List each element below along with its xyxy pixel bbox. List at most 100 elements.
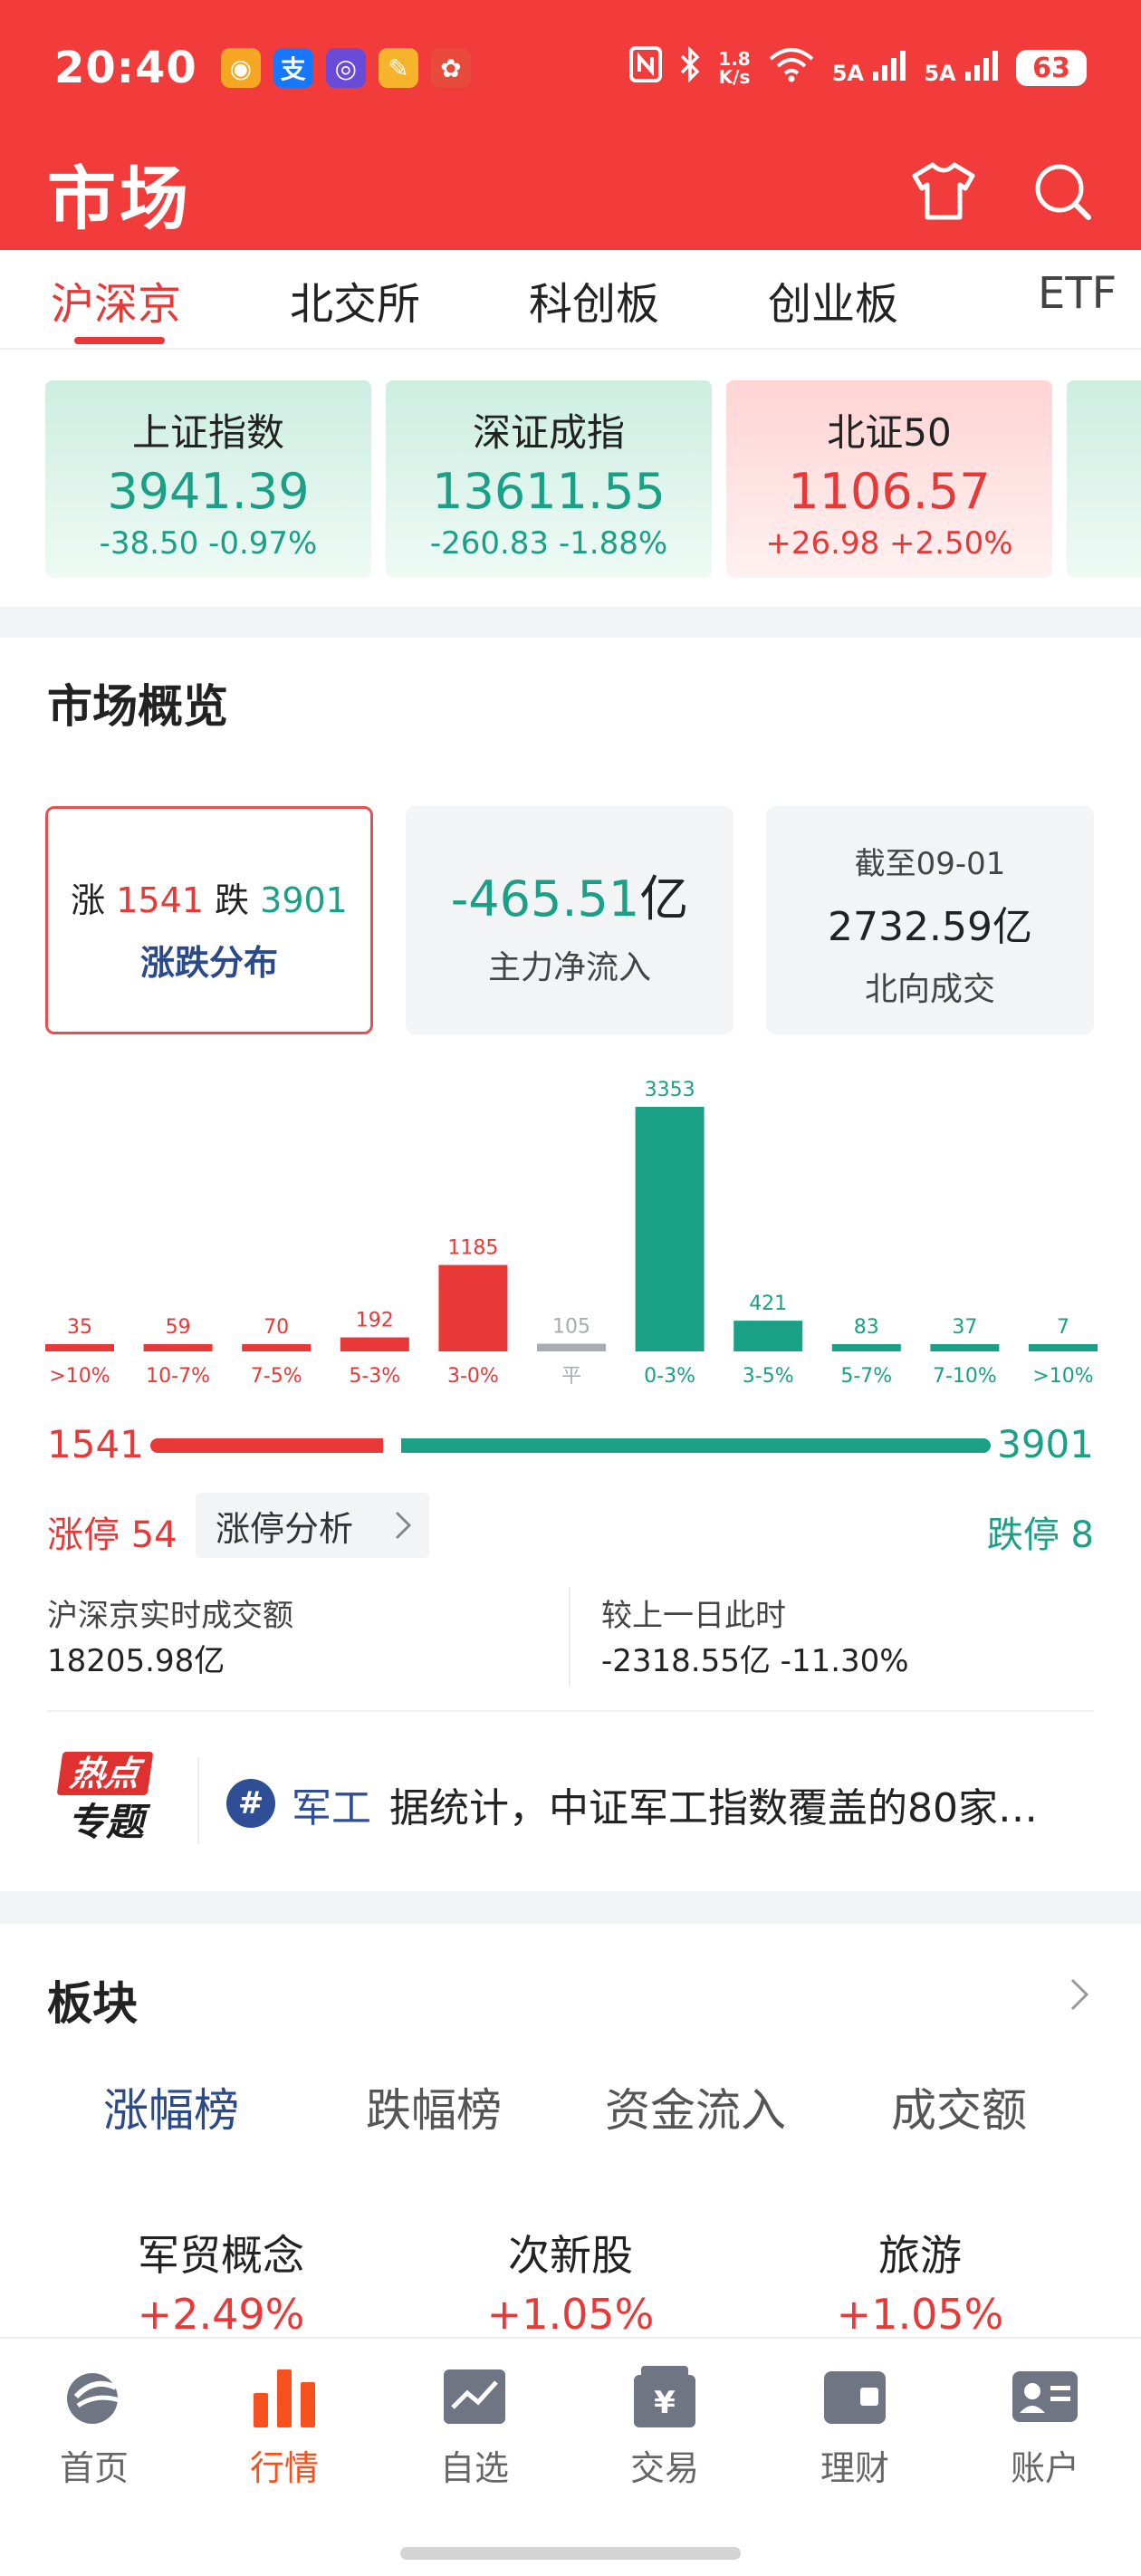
northbound-turnover-box[interactable]: 截至09-01 2732.59亿 北向成交 (766, 806, 1094, 1034)
index-card-partial[interactable] (1067, 380, 1141, 578)
sector-tab-gainers[interactable]: 涨幅榜 (103, 2074, 239, 2139)
index-change: -260.83 -1.88% (429, 525, 668, 562)
distribution-bar (438, 1264, 508, 1351)
distribution-bar (143, 1344, 213, 1351)
sector-tab-turnover[interactable]: 成交额 (891, 2074, 1027, 2139)
hot-topic-tag[interactable]: 军工 (292, 1775, 371, 1833)
compare-label: 较上一日此时 (601, 1598, 786, 1634)
search-icon[interactable] (1031, 159, 1094, 226)
northbound-value: 2732.59亿 (828, 904, 1032, 950)
index-value: 1106.57 (788, 463, 991, 520)
distribution-bar (537, 1343, 606, 1351)
up-label: 涨 (71, 880, 106, 920)
index-change: -38.50 -0.97% (99, 525, 318, 562)
net-inflow-value: -465.51亿 (406, 859, 734, 930)
index-card-shenzhen[interactable]: 深证成指 13611.55 -260.83 -1.88% (386, 380, 712, 578)
home-icon (58, 2360, 130, 2433)
ratio-bar-rise (150, 1438, 384, 1453)
bar-category-label: >10% (1032, 1365, 1093, 1388)
distribution-bar (242, 1344, 312, 1351)
nav-account[interactable]: 账户 (964, 2360, 1127, 2490)
bar-category-label: 3-0% (447, 1365, 499, 1388)
nav-label: 交易 (629, 2448, 699, 2488)
tab-etf[interactable]: ETF (1038, 268, 1117, 319)
watchlist-icon (438, 2360, 511, 2433)
rise-fall-caption: 涨跌分布 (139, 943, 278, 983)
net-speed-unit: K/s (718, 66, 751, 88)
nfc-icon (629, 46, 663, 90)
signal-indicator-2: 5A (924, 50, 1000, 86)
sector-item[interactable]: 旅游 +1.05% (775, 2223, 1065, 2339)
bar-category-label: 5-7% (840, 1365, 892, 1388)
ratio-bar-fall (401, 1438, 991, 1453)
bar-category-label: >10% (49, 1365, 110, 1388)
nav-label: 账户 (1010, 2448, 1079, 2488)
nav-market[interactable]: 行情 (203, 2360, 366, 2490)
bar-value-label: 35 (67, 1316, 92, 1339)
nav-label: 首页 (59, 2448, 129, 2488)
index-card-shanghai[interactable]: 上证指数 3941.39 -38.50 -0.97% (45, 380, 371, 578)
status-time: 20:40 (54, 43, 197, 93)
tab-hushenjing[interactable]: 沪深京 (51, 268, 181, 332)
turnover-label: 沪深京实时成交额 (47, 1598, 293, 1634)
turnover-value: 18205.98亿 (47, 1643, 225, 1679)
hot-topic-row[interactable]: 热点 专题 # 军工 据统计，中证军工指数覆盖的80家… (0, 1721, 1141, 1866)
sector-pct: +2.49% (137, 2290, 305, 2339)
rise-fall-distribution-box[interactable]: 涨 1541 跌 3901 涨跌分布 (45, 806, 373, 1034)
net-inflow-caption: 主力净流入 (487, 949, 651, 986)
main-net-inflow-box[interactable]: -465.51亿 主力净流入 (406, 806, 734, 1034)
northbound-caption: 北向成交 (864, 971, 995, 1008)
network-speed: 1.8 K/s (718, 50, 750, 86)
up-count: 1541 (116, 880, 204, 920)
page-title: 市场 (47, 159, 192, 239)
wallet-icon (819, 2360, 891, 2433)
sector-item[interactable]: 军贸概念 +2.49% (76, 2223, 366, 2339)
net-inflow-number: -465.51 (450, 870, 640, 928)
sector-item[interactable]: 次新股 +1.05% (426, 2223, 715, 2339)
index-cards: 上证指数 3941.39 -38.50 -0.97% 深证成指 13611.55… (0, 350, 1141, 607)
index-card-beizheng50[interactable]: 北证50 1106.57 +26.98 +2.50% (726, 380, 1052, 578)
chevron-right-icon (393, 1509, 413, 1550)
bar-value-label: 1185 (447, 1237, 498, 1260)
index-value: 13611.55 (432, 463, 666, 520)
sector-name: 次新股 (508, 2231, 633, 2280)
active-tab-indicator (74, 337, 165, 344)
bar-value-label: 3353 (645, 1079, 695, 1101)
sector-tab-losers[interactable]: 跌幅榜 (366, 2074, 502, 2139)
bar-value-label: 7 (1057, 1316, 1069, 1339)
nav-label: 理财 (820, 2448, 889, 2488)
nav-label: 自选 (439, 2448, 509, 2488)
index-name: 上证指数 (131, 410, 284, 455)
tab-kechuangban[interactable]: 科创板 (529, 268, 659, 332)
sector-pct: +1.05% (486, 2290, 655, 2339)
index-name: 北证50 (827, 410, 952, 455)
sector-tab-inflow[interactable]: 资金流入 (605, 2074, 786, 2139)
rise-fall-ratio-bar: 1541 3901 (0, 1413, 1141, 1476)
ratio-down-total: 3901 (997, 1422, 1094, 1466)
net-inflow-unit: 亿 (639, 870, 689, 928)
skin-tshirt-icon[interactable] (909, 159, 978, 226)
home-indicator[interactable] (400, 2547, 741, 2560)
nav-home[interactable]: 首页 (13, 2360, 176, 2490)
down-count: 3901 (260, 880, 348, 920)
ratio-up-total: 1541 (47, 1422, 144, 1466)
sector-pct: +1.05% (836, 2290, 1004, 2339)
tab-chuangyeban[interactable]: 创业板 (768, 268, 898, 332)
chevron-right-icon[interactable] (1069, 1976, 1090, 2016)
nav-trade[interactable]: ¥ 交易 (583, 2360, 746, 2490)
nav-wealth[interactable]: 理财 (773, 2360, 936, 2490)
bluetooth-icon (678, 45, 702, 90)
tab-beijiaosuo[interactable]: 北交所 (290, 268, 420, 332)
overview-title: 市场概览 (47, 680, 228, 733)
bar-category-label: 3-5% (743, 1365, 794, 1388)
wifi-icon (767, 46, 816, 90)
bar-category-label: 0-3% (644, 1365, 695, 1388)
account-icon (1009, 2360, 1081, 2433)
distribution-bar (635, 1107, 705, 1351)
rise-fall-distribution-chart: 35 >10% 59 10-7% 70 7-5% 192 5-3% 1185 3-0% 105 平 33… (45, 1079, 1098, 1388)
nav-watchlist[interactable]: 自选 (393, 2360, 556, 2490)
trade-icon: ¥ (628, 2360, 701, 2433)
limit-up-analysis-button[interactable]: 涨停分析 (196, 1493, 429, 1558)
bar-value-label: 192 (356, 1310, 394, 1332)
hot-topic-text[interactable]: 据统计，中证军工指数覆盖的80家… (389, 1775, 1096, 1833)
